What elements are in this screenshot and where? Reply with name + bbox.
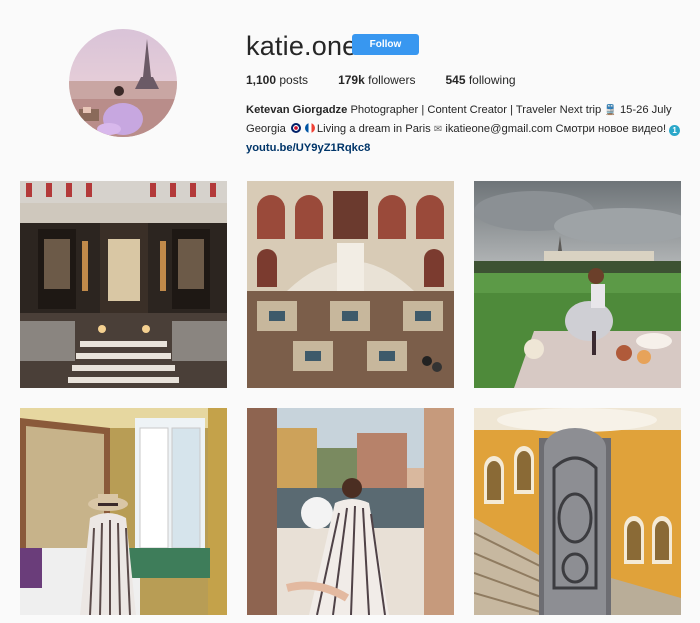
following-count: 545: [445, 73, 466, 87]
bio-description: Photographer | Content Creator | Travele…: [350, 104, 602, 116]
bio-trip-dates: 15-26 July: [619, 104, 672, 116]
post-image-hotel-lobby: [20, 181, 227, 388]
train-icon: 🚆: [604, 105, 617, 116]
bio-trip-place: Georgia: [246, 123, 286, 135]
envelope-icon: ✉: [433, 124, 443, 135]
post-thumbnail-4[interactable]: [20, 408, 227, 615]
bio-full-name: Ketevan Giorgadze: [246, 104, 348, 116]
post-thumbnail-1[interactable]: [20, 181, 227, 388]
post-image-spiral-staircase: [474, 408, 681, 615]
followers-label: followers: [368, 73, 416, 87]
post-thumbnail-3[interactable]: [474, 181, 681, 388]
posts-stat: 1,100 posts: [246, 73, 308, 87]
post-image-canal-window: [247, 408, 454, 615]
profile-avatar[interactable]: [69, 29, 177, 137]
uk-flag-icon: [290, 123, 301, 133]
followers-stat[interactable]: 179k followers: [338, 73, 415, 87]
followers-count: 179k: [338, 73, 365, 87]
bio-website-link[interactable]: youtu.be/UY9yZ1Rqkc8: [246, 139, 691, 157]
france-flag-icon: [304, 123, 315, 133]
follow-button[interactable]: Follow: [352, 34, 419, 55]
video-emoji-icon: 1: [669, 125, 681, 136]
post-thumbnail-6[interactable]: [474, 408, 681, 615]
profile-stats: 1,100 posts 179k followers 545 following: [246, 73, 546, 87]
profile-username: katie.one: [246, 31, 358, 61]
posts-count: 1,100: [246, 73, 277, 87]
post-thumbnail-5[interactable]: [247, 408, 454, 615]
following-stat[interactable]: 545 following: [445, 73, 515, 87]
avatar-photo: [69, 29, 177, 137]
profile-bio: Ketevan Giorgadze Photographer | Content…: [246, 101, 691, 157]
bio-email-text: ikatieone@gmail.com Смотри новое видео!: [445, 123, 667, 135]
following-label: following: [468, 73, 516, 87]
post-image-palace-staircase: [247, 181, 454, 388]
post-thumbnail-2[interactable]: [247, 181, 454, 388]
bio-paris-text: Living a dream in Paris: [316, 123, 431, 135]
post-image-picnic: [474, 181, 681, 388]
posts-label: posts: [279, 73, 309, 87]
post-image-window-hat: [20, 408, 227, 615]
